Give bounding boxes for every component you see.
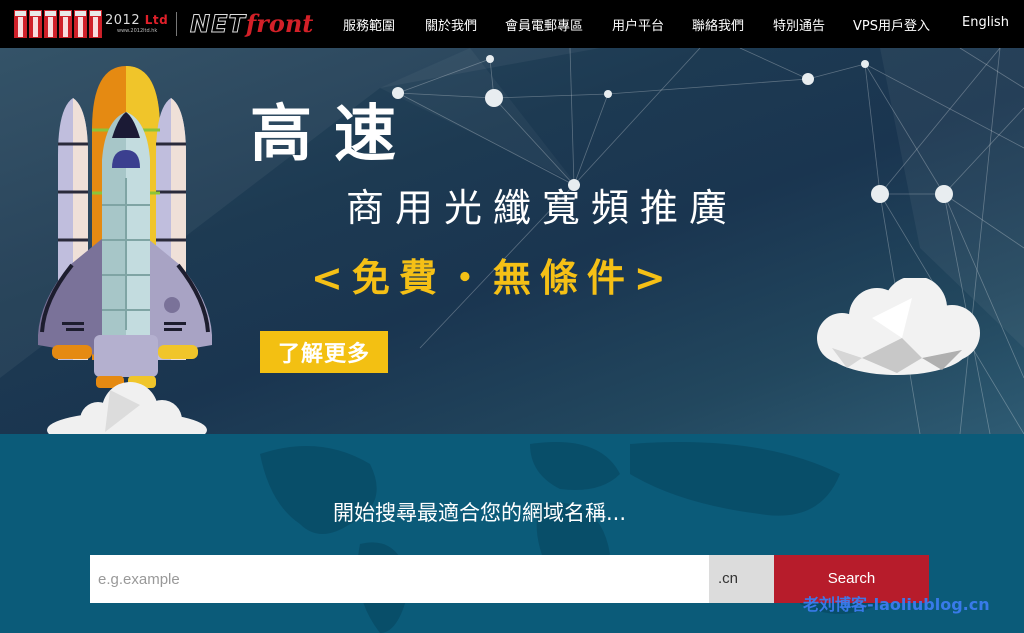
- nav-item-about[interactable]: 關於我們: [425, 15, 477, 34]
- domain-search-input[interactable]: [90, 555, 709, 603]
- headline-offer: <免費・無條件>: [311, 256, 675, 300]
- nav-item-vps-login[interactable]: VPS用戶登入: [853, 15, 930, 34]
- nav-item-english[interactable]: English: [962, 15, 1009, 30]
- headline-main: 高速: [250, 97, 419, 170]
- nav-item-services[interactable]: 服務範圍: [343, 15, 395, 34]
- rocket-icon: [38, 66, 212, 434]
- hero-banner: 高速 商用光纖寬頻推廣 <免費・無條件> 了解更多: [0, 48, 1024, 434]
- headline-sub: 商用光纖寬頻推廣: [346, 186, 739, 230]
- nav-item-notices[interactable]: 特別通告: [773, 15, 825, 34]
- cloud-icon: [817, 278, 980, 375]
- nav-item-contact[interactable]: 聯絡我們: [692, 15, 744, 34]
- search-title-text: 開始搜尋最適合您的網域名稱...: [333, 501, 627, 525]
- tld-select[interactable]: .cn: [709, 555, 774, 603]
- main-nav: 服務範圍 關於我們 會員電郵專區 用户平台 聯絡我們 特別通告 VPS用戶登入 …: [0, 0, 1024, 48]
- watermark-text: 老刘博客-laoliublog.cn: [803, 595, 990, 614]
- top-navbar: 2012 Ltd www.2012ltd.hk NETfront 服務範圍 關於…: [0, 0, 1024, 48]
- nav-item-member-email[interactable]: 會員電郵專區: [505, 15, 583, 34]
- nav-item-user-platform[interactable]: 用户平台: [612, 15, 664, 34]
- learn-more-button[interactable]: 了解更多: [260, 331, 388, 373]
- domain-search-section: 開始搜尋最適合您的網域名稱... .cn Search 老刘博客-laoliub…: [0, 434, 1024, 633]
- world-map-background: [260, 442, 880, 633]
